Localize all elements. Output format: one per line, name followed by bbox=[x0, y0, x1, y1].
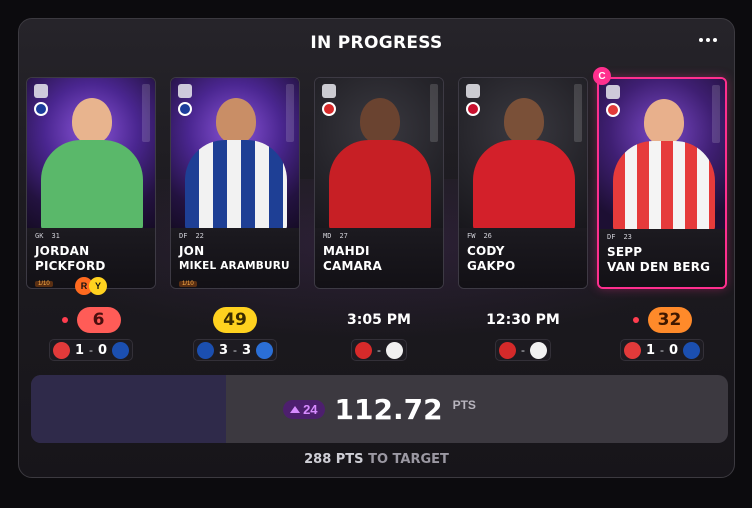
card-artwork bbox=[459, 78, 587, 230]
card-info: DF 23 SEPP VAN DEN BERG bbox=[599, 229, 725, 287]
brentford-crest-icon bbox=[52, 341, 70, 359]
more-options-icon[interactable] bbox=[696, 31, 720, 49]
player-kit bbox=[613, 141, 715, 231]
card-score: 6 bbox=[26, 306, 156, 334]
sorare-brand-strip bbox=[712, 85, 720, 143]
kickoff-time: 12:30 PM bbox=[486, 312, 560, 328]
alaves-crest-icon bbox=[256, 341, 274, 359]
match-result[interactable]: 1 - 0 bbox=[597, 339, 727, 361]
bonus-icons: R Y bbox=[75, 277, 107, 295]
club-crest-icon bbox=[466, 102, 480, 116]
points-to-target: 288 PTS TO TARGET bbox=[304, 452, 449, 467]
player-kit bbox=[473, 140, 575, 230]
player-card-pickford[interactable]: GK 31 JORDAN PICKFORD 1/10 bbox=[26, 77, 156, 289]
angers-crest-icon bbox=[386, 341, 403, 359]
sorare-brand-strip bbox=[142, 84, 150, 142]
total-points: 112.72 bbox=[334, 392, 443, 426]
player-kit bbox=[185, 140, 287, 230]
card-stats: GK 31 bbox=[35, 232, 60, 240]
serial-badge: 1/10 bbox=[179, 281, 197, 287]
card-stats: MD 27 bbox=[323, 232, 348, 240]
card-score: 49 bbox=[170, 306, 300, 334]
player-name: MAHDI CAMARA bbox=[323, 244, 383, 273]
captain-badge: C bbox=[593, 67, 611, 85]
score-delta: 24 bbox=[283, 399, 325, 419]
card-info: DF 22 JON MIKEL ARAMBURU 1/10 bbox=[171, 228, 299, 288]
card-stats: FW 26 bbox=[467, 232, 492, 240]
total-score-bar: 24 112.72 PTS bbox=[31, 375, 728, 443]
card-artwork bbox=[315, 78, 443, 230]
panel-title: IN PROGRESS bbox=[310, 33, 443, 53]
club-crest-icon bbox=[34, 102, 48, 116]
card-stats: DF 23 bbox=[607, 233, 632, 241]
match-result[interactable]: 1 - 0 bbox=[26, 339, 156, 361]
card-info: FW 26 CODY GAKPO bbox=[459, 228, 587, 288]
league-logo-icon bbox=[322, 84, 336, 98]
club-crest-icon bbox=[178, 102, 192, 116]
sorare-brand-strip bbox=[430, 84, 438, 142]
total-points-unit: PTS bbox=[452, 398, 476, 412]
player-photo bbox=[644, 99, 684, 145]
player-card-aramburu[interactable]: DF 22 JON MIKEL ARAMBURU 1/10 bbox=[170, 77, 300, 289]
everton-crest-icon bbox=[112, 341, 130, 359]
player-name: SEPP VAN DEN BERG bbox=[607, 245, 711, 274]
rennes-crest-icon bbox=[355, 341, 372, 359]
card-info: MD 27 MAHDI CAMARA bbox=[315, 228, 443, 288]
league-logo-icon bbox=[178, 84, 192, 98]
sorare-brand-strip bbox=[574, 84, 582, 142]
kickoff-time: 3:05 PM bbox=[347, 312, 411, 328]
card-artwork bbox=[171, 78, 299, 230]
card-stats: DF 22 bbox=[179, 232, 204, 240]
player-kit bbox=[329, 140, 431, 230]
card-artwork bbox=[599, 79, 725, 231]
lineup-panel: IN PROGRESS GK 31 JORDAN PICKFORD 1/10 R … bbox=[18, 18, 735, 478]
match-upcoming[interactable]: - bbox=[314, 339, 444, 361]
live-indicator-icon bbox=[632, 317, 639, 323]
score-pill: 32 bbox=[647, 307, 692, 333]
player-card-camara[interactable]: MD 27 MAHDI CAMARA bbox=[314, 77, 444, 289]
arrow-up-icon bbox=[290, 405, 301, 413]
fulham-crest-icon bbox=[530, 341, 547, 359]
player-name: JORDAN PICKFORD bbox=[35, 244, 106, 273]
player-card-van-den-berg[interactable]: DF 23 SEPP VAN DEN BERG bbox=[597, 77, 727, 289]
serial-badge: 1/10 bbox=[35, 281, 53, 287]
bonus-boot-icon: Y bbox=[89, 277, 107, 295]
card-artwork bbox=[27, 78, 155, 230]
player-kit bbox=[41, 140, 143, 230]
match-result[interactable]: 3 - 3 bbox=[170, 339, 300, 361]
club-crest-icon bbox=[606, 103, 620, 117]
league-logo-icon bbox=[466, 84, 480, 98]
live-indicator-icon bbox=[61, 317, 68, 323]
card-score: 32 bbox=[597, 306, 727, 334]
player-photo bbox=[360, 98, 400, 144]
player-card-gakpo[interactable]: FW 26 CODY GAKPO bbox=[458, 77, 588, 289]
everton-crest-icon bbox=[683, 341, 701, 359]
real-sociedad-crest-icon bbox=[196, 341, 214, 359]
match-upcoming[interactable]: - bbox=[458, 339, 588, 361]
brentford-crest-icon bbox=[623, 341, 641, 359]
sorare-brand-strip bbox=[286, 84, 294, 142]
player-name: JON MIKEL ARAMBURU bbox=[179, 244, 290, 272]
player-photo bbox=[72, 98, 112, 144]
league-logo-icon bbox=[606, 85, 620, 99]
club-crest-icon bbox=[322, 102, 336, 116]
liverpool-crest-icon bbox=[499, 341, 516, 359]
score-pill: 49 bbox=[213, 307, 257, 333]
player-name: CODY GAKPO bbox=[467, 244, 516, 273]
league-logo-icon bbox=[34, 84, 48, 98]
score-pill: 6 bbox=[76, 307, 121, 333]
player-photo bbox=[504, 98, 544, 144]
player-photo bbox=[216, 98, 256, 144]
